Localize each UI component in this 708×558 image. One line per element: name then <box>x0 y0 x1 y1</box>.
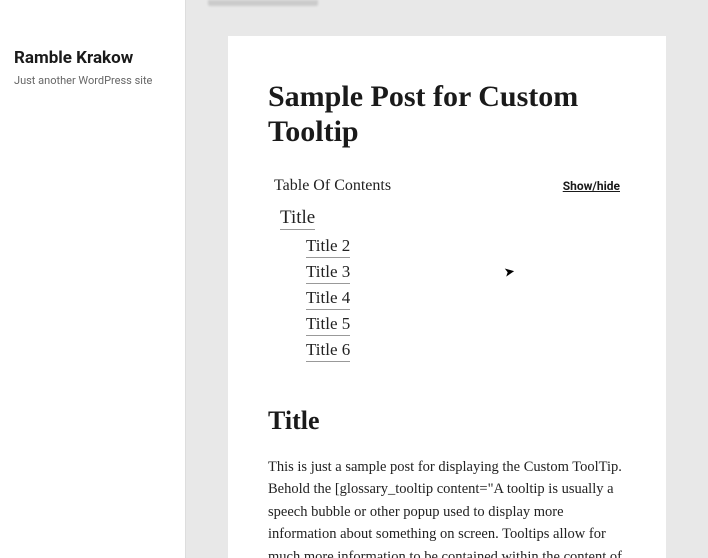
toc-sub-list: Title 2 Title 3 Title 4 Title 5 Title 6 <box>306 236 626 366</box>
toc-sub-item[interactable]: Title 6 <box>306 340 350 362</box>
toc-item-main[interactable]: Title <box>280 207 315 230</box>
toc-sub-item[interactable]: Title 3 <box>306 262 350 284</box>
toc-header: Table Of Contents Show/hide <box>268 177 626 195</box>
toc-sub-item[interactable]: Title 4 <box>306 288 350 310</box>
post-article: Sample Post for Custom Tooltip Table Of … <box>228 36 666 558</box>
toc-sub-item[interactable]: Title 5 <box>306 314 350 336</box>
toc-label: Table Of Contents <box>274 177 391 195</box>
section-heading: Title <box>268 406 626 436</box>
toc-list: Title Title 2 Title 3 Title 4 Title 5 Ti… <box>280 207 626 366</box>
post-body-paragraph: This is just a sample post for displayin… <box>268 456 626 558</box>
main-content-area: Sample Post for Custom Tooltip Table Of … <box>186 0 708 558</box>
toc-sub-item[interactable]: Title 2 <box>306 236 350 258</box>
sidebar: Ramble Krakow Just another WordPress sit… <box>0 0 186 558</box>
toc-toggle-link[interactable]: Show/hide <box>563 179 620 193</box>
top-shadow-decoration <box>208 0 318 6</box>
site-tagline: Just another WordPress site <box>14 74 171 87</box>
post-title: Sample Post for Custom Tooltip <box>268 80 626 149</box>
site-title[interactable]: Ramble Krakow <box>14 48 171 68</box>
